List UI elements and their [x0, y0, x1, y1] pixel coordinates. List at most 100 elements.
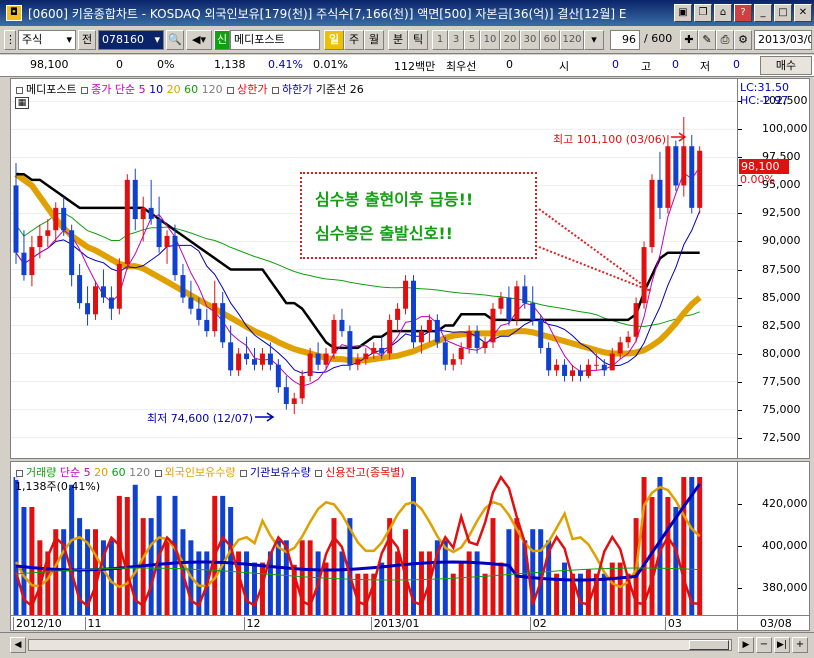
price-tick-label: 75,000: [762, 402, 801, 416]
tick-option-5[interactable]: 5: [464, 30, 480, 50]
legend-square-icon: [154, 469, 162, 477]
zoom-out-icon[interactable]: −: [756, 637, 772, 653]
high-arrow-icon: [671, 132, 687, 142]
volume-bar: [93, 529, 98, 615]
candle-body: [363, 353, 369, 360]
candle-body: [339, 319, 345, 332]
pin-icon[interactable]: ⌂: [714, 4, 732, 22]
minimize-icon[interactable]: _: [754, 4, 772, 22]
candle-body: [474, 331, 480, 348]
price-tick-mark: [738, 325, 742, 327]
candle-body: [204, 319, 210, 332]
current-pct-label: 0.00%: [740, 173, 775, 186]
candle-body: [411, 280, 416, 343]
legend-institution-holding: 기관보유수량: [249, 466, 311, 479]
market-type-select[interactable]: 주식 ▾: [18, 30, 76, 50]
candle-body: [116, 263, 122, 309]
candle-body: [657, 179, 663, 208]
candle-body: [617, 342, 623, 354]
volume-pct: 0.41%: [268, 58, 303, 71]
candle-body: [530, 303, 536, 320]
volume-bar: [585, 569, 591, 615]
zoom-in-icon[interactable]: +: [792, 637, 808, 653]
tools-icon[interactable]: ✎: [698, 30, 716, 50]
candle-body: [458, 347, 464, 360]
candle-body: [132, 179, 138, 220]
volume-bar: [641, 477, 647, 615]
price-tick-label: 72,500: [762, 430, 801, 444]
tab-weekly[interactable]: 주: [344, 30, 364, 50]
legend-close-ma: 종가 단순: [91, 83, 136, 96]
chevron-down-icon: ▾: [66, 33, 72, 46]
print-icon[interactable]: ⎙: [716, 30, 734, 50]
tick-option-20[interactable]: 20: [500, 30, 520, 50]
candle-body: [395, 308, 401, 320]
tab-daily[interactable]: 일: [324, 30, 344, 50]
code-prefix-label[interactable]: 전: [78, 30, 96, 50]
volume-tick-mark: [738, 587, 742, 589]
tick-option-30[interactable]: 30: [520, 30, 540, 50]
annotation-line-1: 심수봉 출현이후 급등!!: [315, 190, 474, 209]
horizontal-scrollbar-track[interactable]: [28, 639, 732, 651]
help-icon[interactable]: ?: [734, 4, 752, 22]
search-icon[interactable]: 🔍: [166, 30, 184, 50]
candle-body: [665, 146, 671, 208]
volume-bar: [275, 540, 281, 615]
candle-body: [156, 219, 162, 248]
date-axis-right: 03/08: [738, 616, 810, 631]
candle-body: [252, 359, 257, 365]
high-annotation: 최고 101,100 (03/06): [553, 133, 667, 146]
grid-table-icon[interactable]: ▦: [15, 97, 29, 109]
scroll-end-icon[interactable]: ▶|: [774, 637, 790, 653]
tab-monthly[interactable]: 월: [364, 30, 384, 50]
candle-body: [307, 353, 313, 376]
stock-name-field[interactable]: 메디포스트: [230, 30, 320, 50]
volume-chart-pane[interactable]: 거래량 단순 5 20 60 120 외국인보유수량 기관보유수량 신용잔고(종…: [10, 461, 738, 616]
tab-tick[interactable]: 틱: [408, 30, 428, 50]
price-legend: 메디포스트 종가 단순 5 10 20 60 120 상한가 하한가 기준선 2…: [15, 81, 364, 97]
price-chart-pane[interactable]: 메디포스트 종가 단순 5 10 20 60 120 상한가 하한가 기준선 2…: [10, 78, 738, 459]
volume-bar: [458, 562, 464, 615]
candle-body: [418, 331, 424, 343]
scroll-right-icon[interactable]: ▶: [738, 637, 754, 653]
maximize-icon[interactable]: □: [774, 4, 792, 22]
scrollbar-thumb[interactable]: [689, 640, 729, 650]
volume-bar: [13, 477, 19, 615]
low-arrow-icon: [255, 412, 275, 422]
close-icon[interactable]: ✕: [794, 4, 812, 22]
candle-body: [236, 353, 242, 371]
tab-minute[interactable]: 분: [388, 30, 408, 50]
buy-button[interactable]: 매수: [760, 56, 812, 75]
tick-dropdown-icon[interactable]: ▾: [584, 30, 604, 50]
scroll-row: ◀ ▶ − ▶| +: [0, 632, 814, 658]
grip-icon: ⋮: [4, 30, 16, 50]
volume-axis: 380,000 400,000 420,000: [738, 461, 810, 616]
candle-body: [244, 353, 250, 360]
price-tick-mark: [738, 353, 742, 355]
cursor-icon[interactable]: ✚: [680, 30, 698, 50]
window-list-icon[interactable]: ▣: [674, 4, 692, 22]
restore-icon[interactable]: ❐: [694, 4, 712, 22]
volume-bar: [116, 495, 122, 615]
stock-code-input[interactable]: 078160 ▾: [98, 30, 164, 50]
settings-icon[interactable]: ⚙: [734, 30, 752, 50]
date-axis-label: 2012/10: [13, 617, 62, 630]
tick-option-60[interactable]: 60: [540, 30, 560, 50]
price-tick-label: 100,000: [762, 122, 808, 136]
candle-body: [601, 364, 607, 371]
trade-amount: 112백만: [394, 60, 436, 73]
volume-bar: [617, 562, 623, 615]
speaker-icon[interactable]: ◀▾: [186, 30, 212, 50]
tick-option-120[interactable]: 120: [560, 30, 584, 50]
tick-option-3[interactable]: 3: [448, 30, 464, 50]
date-field[interactable]: 2013/03/0: [754, 30, 812, 50]
bar-count-input[interactable]: 96: [610, 30, 640, 50]
tick-option-10[interactable]: 10: [480, 30, 500, 50]
scroll-left-icon[interactable]: ◀: [10, 637, 26, 653]
legend-upper-limit: 상한가: [237, 83, 268, 96]
price-tick-mark: [738, 241, 742, 243]
tick-option-1[interactable]: 1: [432, 30, 448, 50]
legend-square-icon: [16, 469, 23, 477]
volume-bar: [665, 497, 671, 615]
volume-bar: [148, 518, 154, 615]
